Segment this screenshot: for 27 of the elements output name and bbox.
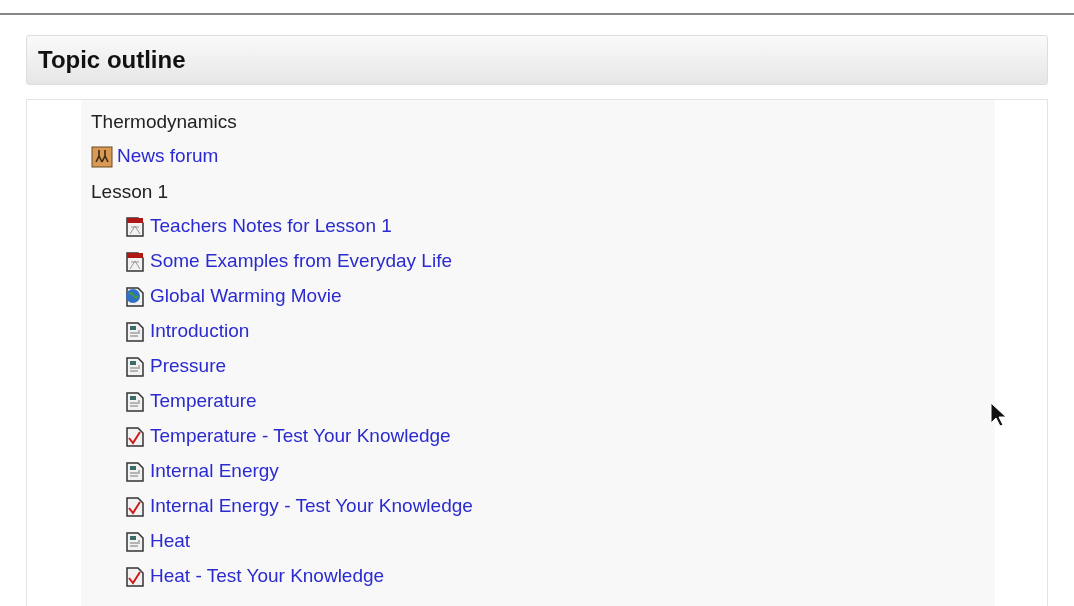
- activity-link[interactable]: Some Examples from Everyday Life: [150, 247, 452, 276]
- checkmark-document-icon: [124, 425, 146, 448]
- activity-link[interactable]: Heat - Test Your Knowledge: [150, 562, 385, 591]
- section-heading: Lesson 1: [91, 180, 169, 204]
- activity-link[interactable]: Temperature - Test Your Knowledge: [150, 422, 451, 451]
- checkmark-document-icon: [124, 565, 146, 588]
- activity-link[interactable]: News forum: [117, 142, 219, 171]
- pdf-document-icon: [124, 215, 146, 238]
- activity-link[interactable]: Heat: [150, 527, 191, 556]
- activity-link[interactable]: Internal Energy: [150, 457, 279, 486]
- globe-document-icon: [124, 285, 146, 308]
- activity-link[interactable]: Introduction: [150, 317, 250, 346]
- document-icon: [124, 390, 146, 413]
- activity-link[interactable]: Global Warming Movie: [150, 282, 342, 311]
- activity-link[interactable]: Temperature: [150, 387, 257, 416]
- activity-link[interactable]: Internal Energy - Test Your Knowledge: [150, 492, 473, 521]
- document-icon: [124, 530, 146, 553]
- forum-icon: [91, 145, 113, 168]
- checkmark-document-icon: [124, 495, 146, 518]
- document-icon: [124, 460, 146, 483]
- activity-link[interactable]: Pressure: [150, 352, 227, 381]
- pdf-document-icon: [124, 250, 146, 273]
- document-icon: [124, 355, 146, 378]
- document-icon: [124, 320, 146, 343]
- section-heading: Thermodynamics: [91, 110, 237, 134]
- activity-link[interactable]: Teachers Notes for Lesson 1: [150, 212, 392, 241]
- panel-title: Topic outline: [38, 45, 186, 75]
